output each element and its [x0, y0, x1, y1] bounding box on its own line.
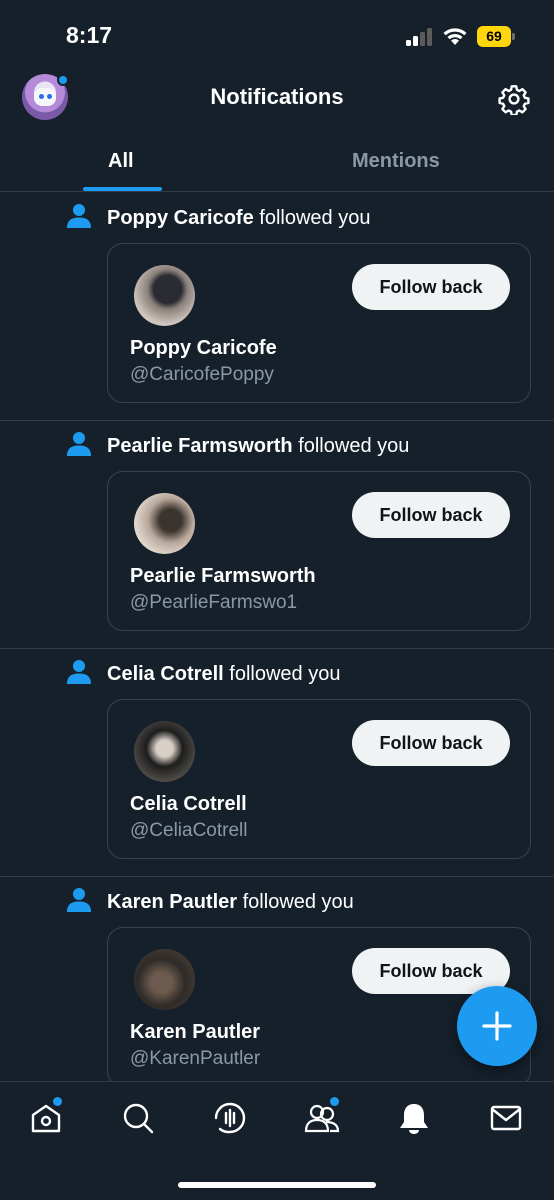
user-card[interactable]: Follow back Celia Cotrell @CeliaCotrell: [107, 699, 531, 859]
mail-icon[interactable]: [488, 1100, 524, 1136]
user-name: Celia Cotrell: [130, 793, 247, 815]
notification-text: Celia Cotrell followed you: [107, 663, 340, 686]
follow-back-button[interactable]: Follow back: [352, 492, 510, 538]
notification-text: Pearlie Farmsworth followed you: [107, 435, 409, 458]
person-icon: [67, 432, 91, 456]
status-time: 8:17: [66, 22, 113, 48]
user-name: Pearlie Farmsworth: [130, 565, 316, 587]
notification-user-name[interactable]: Pearlie Farmsworth: [107, 435, 293, 457]
user-avatar[interactable]: [134, 721, 195, 782]
notification-user-name[interactable]: Celia Cotrell: [107, 663, 224, 685]
tab-bar: All Mentions: [0, 130, 554, 192]
notification-action: followed you: [298, 435, 410, 457]
notification-user-name[interactable]: Karen Pautler: [107, 891, 237, 913]
user-handle: @CeliaCotrell: [130, 820, 248, 841]
notification-text: Poppy Caricofe followed you: [107, 207, 370, 230]
user-name: Karen Pautler: [130, 1021, 261, 1043]
plus-icon: [482, 1011, 512, 1041]
notification-action: followed you: [259, 207, 371, 229]
user-handle: @CaricofePoppy: [130, 364, 274, 385]
bell-icon[interactable]: [396, 1100, 432, 1136]
notification-text: Karen Pautler followed you: [107, 891, 354, 914]
follow-back-button[interactable]: Follow back: [352, 720, 510, 766]
notification-item[interactable]: Pearlie Farmsworth followed you Follow b…: [0, 421, 554, 649]
tab-mentions[interactable]: Mentions: [352, 150, 440, 173]
cellular-signal-icon: [406, 28, 434, 46]
tab-all[interactable]: All: [108, 150, 134, 173]
notification-user-name[interactable]: Poppy Caricofe: [107, 207, 254, 229]
battery-icon: 69: [477, 26, 515, 47]
person-icon: [67, 204, 91, 228]
person-icon: [67, 660, 91, 684]
user-avatar[interactable]: [134, 265, 195, 326]
bottom-nav: [0, 1081, 554, 1200]
wifi-icon: [443, 28, 467, 45]
notification-item[interactable]: Karen Pautler followed you Follow back K…: [0, 877, 554, 1105]
communities-badge-dot: [330, 1097, 339, 1106]
spaces-icon[interactable]: [212, 1100, 248, 1136]
user-card[interactable]: Follow back Pearlie Farmsworth @PearlieF…: [107, 471, 531, 631]
gear-icon[interactable]: [498, 83, 530, 115]
tab-selected-indicator: [83, 187, 162, 191]
user-avatar[interactable]: [134, 949, 195, 1010]
notification-action: followed you: [229, 663, 341, 685]
header: Notifications: [0, 70, 554, 130]
user-name: Poppy Caricofe: [130, 337, 277, 359]
follow-back-button[interactable]: Follow back: [352, 264, 510, 310]
compose-button[interactable]: [457, 986, 537, 1066]
notification-item[interactable]: Celia Cotrell followed you Follow back C…: [0, 649, 554, 877]
user-handle: @PearlieFarmswo1: [130, 592, 298, 613]
user-avatar[interactable]: [134, 493, 195, 554]
battery-level: 69: [477, 26, 511, 47]
notification-item[interactable]: Poppy Caricofe followed you Follow back …: [0, 193, 554, 421]
user-handle: @KarenPautler: [130, 1048, 261, 1069]
notification-action: followed you: [242, 891, 354, 913]
user-card[interactable]: Follow back Poppy Caricofe @CaricofePopp…: [107, 243, 531, 403]
person-icon: [67, 888, 91, 912]
status-bar: 8:17 69: [0, 0, 554, 70]
home-indicator: [178, 1182, 376, 1188]
page-title: Notifications: [210, 84, 344, 109]
home-badge-dot: [53, 1097, 62, 1106]
search-icon[interactable]: [120, 1100, 156, 1136]
